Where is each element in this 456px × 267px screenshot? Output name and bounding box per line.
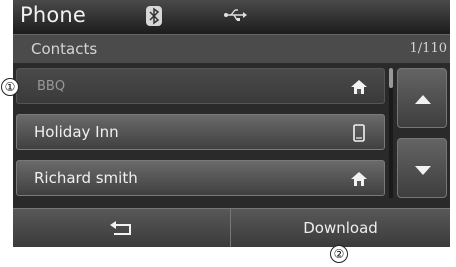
contact-name: BBQ [37, 79, 66, 94]
page-count: 1/110 [409, 41, 447, 56]
download-button[interactable]: Download [231, 209, 450, 247]
contact-item-holiday-inn[interactable]: Holiday Inn [16, 114, 385, 150]
bottom-bar: Download [13, 208, 450, 247]
back-arrow-icon [110, 221, 131, 235]
app-title: Phone [20, 3, 87, 27]
scrollbar-thumb[interactable] [389, 68, 393, 88]
usb-icon [223, 7, 247, 27]
scroll-up-button[interactable] [397, 68, 447, 128]
home-icon [350, 78, 368, 96]
section-title: Contacts [31, 40, 98, 58]
contact-item-richard-smith[interactable]: Richard smith [16, 160, 385, 196]
contacts-header: Contacts 1/110 [13, 34, 450, 63]
back-button[interactable] [13, 209, 231, 247]
download-label: Download [303, 219, 378, 237]
callout-2: ② [330, 245, 348, 263]
contact-name: Holiday Inn [34, 123, 119, 141]
scrollbar[interactable] [389, 68, 393, 198]
scroll-down-button[interactable] [397, 138, 447, 198]
mobile-phone-icon [350, 124, 368, 142]
status-bar: Phone [13, 0, 450, 34]
triangle-up-icon [415, 95, 431, 104]
contact-name: Richard smith [34, 169, 138, 187]
callout-1: ① [1, 78, 19, 96]
bluetooth-icon [146, 6, 162, 26]
contact-item-bbq[interactable]: BBQ [16, 68, 385, 104]
phone-screen: Phone Contacts 1/110 BBQ Holiday Inn Ric… [13, 0, 450, 247]
triangle-down-icon [415, 166, 431, 175]
home-icon [350, 170, 368, 188]
